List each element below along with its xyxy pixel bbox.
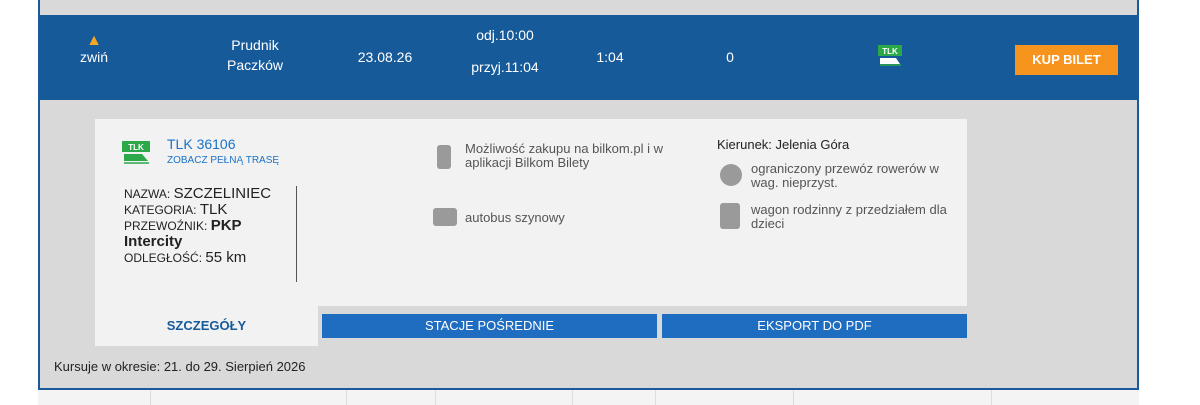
grid-line xyxy=(572,390,573,405)
tab-details[interactable]: SZCZEGÓŁY xyxy=(95,306,318,346)
tab-export-pdf[interactable]: EKSPORT DO PDF xyxy=(662,314,967,338)
train-number-link[interactable]: TLK 36106 xyxy=(167,136,236,152)
chevron-up-icon: ▲ xyxy=(86,32,102,49)
collapse-toggle[interactable]: ▲ zwiń xyxy=(70,32,118,67)
full-route-link[interactable]: ZOBACZ PEŁNĄ TRASĘ xyxy=(167,155,279,166)
next-row-grid xyxy=(38,390,1139,405)
grid-line xyxy=(655,390,656,405)
departure-time: odj.10:00 xyxy=(476,27,534,43)
grid-line xyxy=(991,390,992,405)
grid-line xyxy=(435,390,436,405)
arrival-time: przyj.11:04 xyxy=(471,59,539,75)
grid-line xyxy=(150,390,151,405)
bikes-info: ograniczony przewóz rowerów w wag. niepr… xyxy=(751,161,939,190)
details-panel: TLK TLK 36106 ZOBACZ PEŁNĄ TRASĘ NAZWA: … xyxy=(95,119,967,306)
family-info: wagon rodzinny z przedziałem dla dzieci xyxy=(751,202,947,231)
bicycle-icon xyxy=(720,164,742,186)
operating-period: Kursuje w okresie: 21. do 29. Sierpień 2… xyxy=(54,359,306,374)
railbus-icon xyxy=(433,208,457,226)
to-station: Paczków xyxy=(226,57,284,73)
divider xyxy=(296,186,297,282)
direction: Kierunek: Jelenia Góra xyxy=(717,137,850,152)
changes-count: 0 xyxy=(726,49,734,65)
carrier-value-2: Intercity xyxy=(124,233,183,250)
travel-date: 23.08.26 xyxy=(357,49,413,65)
carrier-label: PRZEWOŹNIK: xyxy=(124,219,208,233)
tlk-logo-icon: TLK xyxy=(878,45,902,66)
previous-row-strip xyxy=(40,0,1137,15)
purchase-info: Możliwość zakupu na bilkom.pl i w aplika… xyxy=(465,141,663,170)
distance-label: ODLEGŁOŚĆ: xyxy=(124,251,203,265)
buy-ticket-button[interactable]: KUP BILET xyxy=(1015,45,1118,75)
duration: 1:04 xyxy=(596,49,624,65)
distance-value: 55 km xyxy=(205,249,247,266)
from-station: Prudnik xyxy=(231,37,279,53)
carrier-value: PKP xyxy=(210,217,242,234)
route-stations: Prudnik Paczków xyxy=(205,35,305,75)
travel-times: odj.10:00 przyj.11:04 xyxy=(460,25,550,77)
tlk-logo-icon: TLK xyxy=(122,141,150,164)
connection-card: ▲ zwiń Prudnik Paczków 23.08.26 odj.10:0… xyxy=(38,0,1139,390)
category-value: TLK xyxy=(199,201,228,218)
family-icon xyxy=(720,203,740,229)
tlk-logo-text: TLK xyxy=(882,47,898,56)
tlk-logo-text: TLK xyxy=(128,143,144,152)
grid-line xyxy=(793,390,794,405)
phone-icon xyxy=(437,145,451,169)
name-label: NAZWA: xyxy=(124,187,171,201)
grid-line xyxy=(346,390,347,405)
tab-intermediate-stations[interactable]: STACJE POŚREDNIE xyxy=(322,314,657,338)
collapse-label: zwiń xyxy=(79,49,108,65)
railbus-info: autobus szynowy xyxy=(465,210,565,225)
connection-row: ▲ zwiń Prudnik Paczków 23.08.26 odj.10:0… xyxy=(40,15,1137,100)
train-facts: NAZWA: SZCZELINIEC KATEGORIA: TLK PRZEWO… xyxy=(124,186,304,266)
category-label: KATEGORIA: xyxy=(124,203,197,217)
name-value: SZCZELINIEC xyxy=(173,185,272,202)
